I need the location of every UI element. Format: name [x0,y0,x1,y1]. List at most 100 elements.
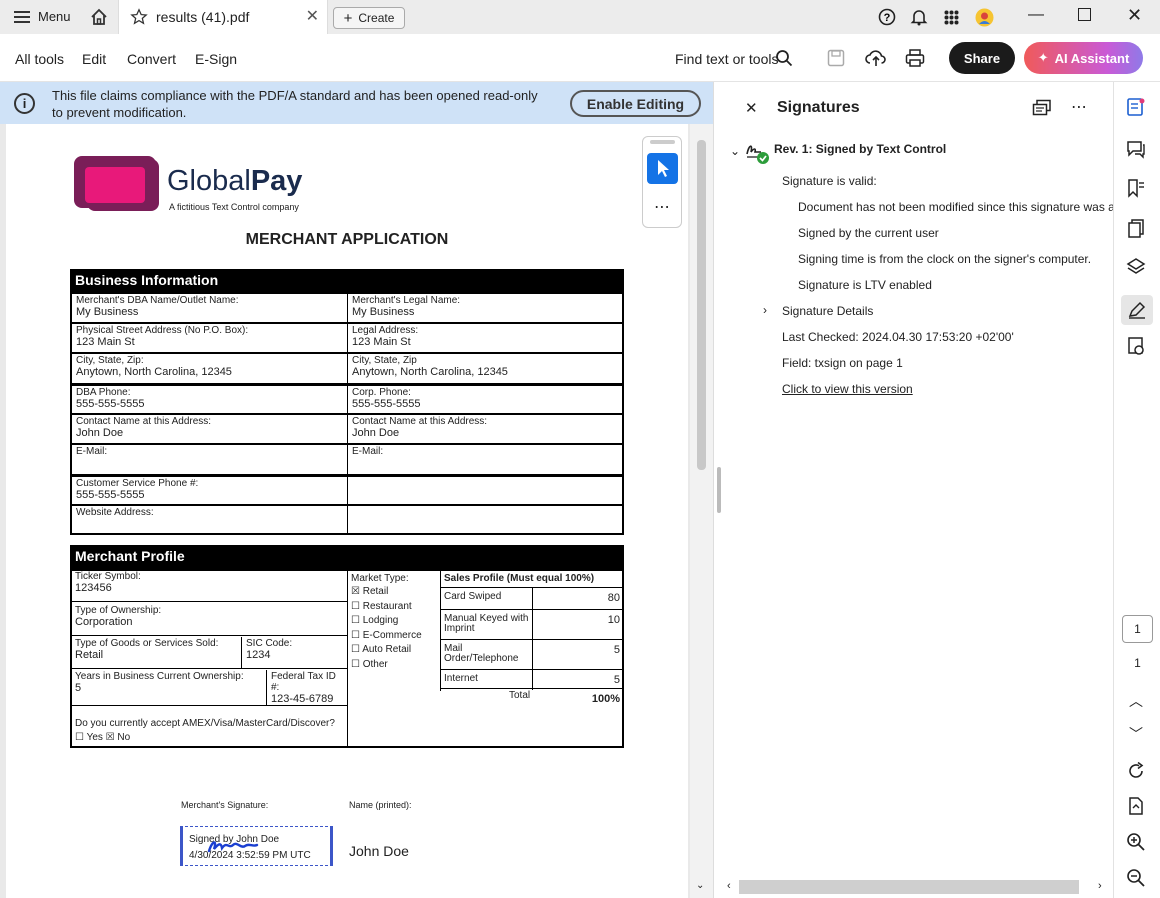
panel-horizontal-scrollbar[interactable]: ‹ › [727,880,1110,894]
sales-row-label: Card Swiped [444,591,502,602]
revision-title[interactable]: Rev. 1: Signed by Text Control [774,142,946,156]
business-cell-right: Contact Name at this Address: John Doe [347,414,624,444]
validate-all-icon[interactable] [1032,99,1052,122]
create-button[interactable]: + Create [333,7,405,29]
select-tool-button[interactable] [647,153,678,184]
business-field-value: 555-555-5555 [352,398,421,410]
business-field-value: 555-555-5555 [76,489,145,501]
sales-row-divider [532,588,533,610]
menu-button[interactable]: Menu [14,9,71,24]
signature-details[interactable]: Signature Details [782,304,873,318]
page-export-icon[interactable] [1125,796,1147,818]
print-icon[interactable] [905,49,925,72]
merchant-profile-header: Merchant Profile [70,545,624,569]
home-icon[interactable] [89,7,109,32]
expand-chevron-icon[interactable]: › [763,303,767,317]
cloud-upload-icon[interactable] [865,48,887,73]
tab-bar: Menu results (41).pdf ✕ + Create ? — ✕ [0,0,1160,34]
last-checked: Last Checked: 2024.04.30 17:53:20 +02'00… [782,330,1014,344]
maximize-icon[interactable] [1078,8,1091,21]
search-icon[interactable] [775,49,793,72]
document-scrollbar[interactable]: ⌄ [690,124,713,898]
all-tools-menu[interactable]: All tools [15,51,64,67]
market-type-label: Market Type: [351,573,409,584]
minimize-icon[interactable]: — [1028,6,1044,24]
zoom-out-icon[interactable] [1125,868,1147,890]
business-field-label: Website Address: [76,507,154,518]
market-type-option: ☐ Lodging [351,615,399,626]
help-icon[interactable]: ? [878,8,896,31]
business-cell-right [347,505,624,534]
scroll-down-icon[interactable]: ⌄ [696,880,704,891]
apps-grid-icon[interactable] [944,10,959,30]
business-field-value: 123 Main St [352,336,411,348]
star-icon[interactable] [130,8,148,31]
edit-pdf-icon[interactable] [1125,97,1147,119]
ai-assistant-button[interactable]: ✦ AI Assistant [1024,42,1143,74]
scroll-right-icon[interactable]: › [1098,880,1102,892]
sales-row-value: 10 [607,614,620,626]
taxid-cell: Federal Tax ID #: 123-45-6789 [267,670,347,706]
enable-editing-button[interactable]: Enable Editing [570,90,701,117]
validity-check-item: Signed by the current user [798,226,939,240]
close-panel-icon[interactable]: ✕ [745,99,758,117]
edit-menu[interactable]: Edit [82,51,106,67]
avatar[interactable] [975,8,994,32]
logo-tagline: A fictitious Text Control company [169,202,299,212]
zoom-in-icon[interactable] [1125,832,1147,854]
business-field-value: 123 Main St [76,336,135,348]
business-field-value: My Business [76,306,139,318]
validity-check-item: Signature is LTV enabled [798,278,932,292]
sales-row-divider [532,610,533,640]
signatures-panel-icon[interactable] [1121,295,1153,325]
signatures-panel: ✕ Signatures ⋯ ⌄ Rev. 1: Signed by Text … [713,82,1114,898]
business-field-label: E-Mail: [76,446,108,457]
business-cell-left: Physical Street Address (No P.O. Box): 12… [70,323,348,353]
page-total: 1 [1134,656,1141,670]
signature-label: Merchant's Signature: [181,800,269,810]
scrollbar-thumb[interactable] [697,140,706,470]
drag-handle[interactable] [650,140,675,144]
share-button[interactable]: Share [949,42,1015,74]
bookmark-icon[interactable] [1125,178,1147,200]
pages-icon[interactable] [1125,218,1147,240]
close-tab-icon[interactable]: ✕ [306,6,319,26]
panel-more-icon[interactable]: ⋯ [1071,97,1087,117]
panel-scrollbar-thumb[interactable] [739,880,1079,894]
business-info-header: Business Information [70,269,624,293]
esign-menu[interactable]: E-Sign [195,51,237,67]
sales-row-divider [532,640,533,670]
readonly-banner: i This file claims compliance with the P… [0,82,713,124]
previous-page-icon[interactable]: ︿ [1125,690,1147,712]
hamburger-icon [14,10,30,23]
business-field-label: Merchant's Legal Name: [352,295,461,306]
next-page-icon[interactable]: ﹀ [1125,723,1147,745]
years-cell: Years in Business Current Ownership: 5 [71,670,267,706]
view-version-link[interactable]: Click to view this version [782,382,913,396]
bell-icon[interactable] [910,8,928,31]
sales-row-label: Manual Keyed with Imprint [444,613,529,634]
convert-menu[interactable]: Convert [127,51,176,67]
business-field-label: Merchant's DBA Name/Outlet Name: [76,295,239,306]
panel-title: Signatures [777,99,860,116]
scroll-left-icon[interactable]: ‹ [727,880,731,892]
find-tools-label[interactable]: Find text or tools [675,51,779,67]
validity-check-item: Signing time is from the clock on the si… [798,252,1092,266]
layers-icon[interactable] [1125,257,1147,279]
close-window-icon[interactable]: ✕ [1127,5,1142,26]
business-cell-left: DBA Phone: 555-555-5555 [70,384,348,414]
signature-field[interactable]: Signed by John Doe 4/30/2024 3:52:59 PM … [180,826,333,866]
panel-resize-handle[interactable] [717,467,721,513]
sales-profile-row: Mail Order/Telephone 5 [440,639,624,670]
comment-icon[interactable] [1125,139,1147,161]
page-number-input[interactable]: 1 [1122,615,1153,643]
save-icon[interactable] [827,49,845,72]
rotate-icon[interactable] [1125,761,1147,783]
collapse-chevron-icon[interactable]: ⌄ [730,144,740,158]
business-cell-left: Merchant's DBA Name/Outlet Name: My Busin… [70,293,348,323]
floating-tools: ⋯ [642,136,682,228]
certificate-icon[interactable] [1125,336,1147,358]
document-tab[interactable]: results (41).pdf ✕ [118,0,328,34]
business-field-value: My Business [352,306,415,318]
more-tools-icon[interactable]: ⋯ [654,197,671,217]
